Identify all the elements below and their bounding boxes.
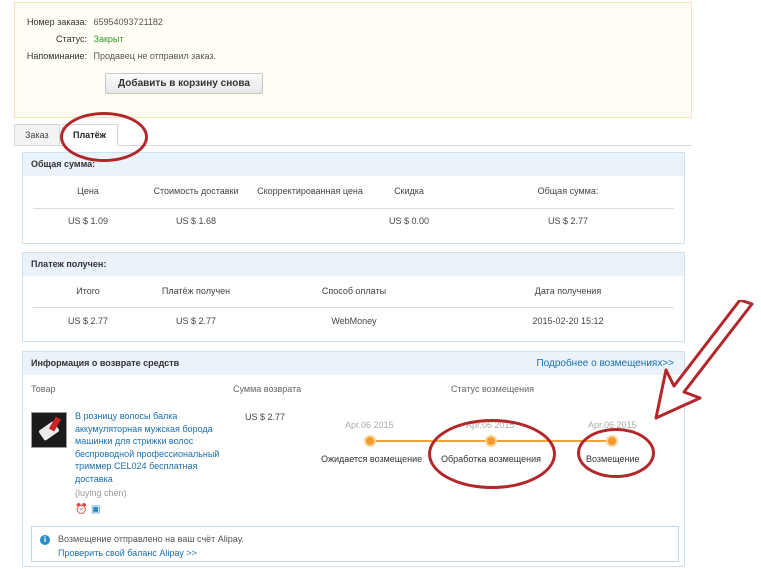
refund-notice-message: Возмещение отправлено на ваш счёт Alipay… [58,534,245,544]
step1-dot [364,435,376,447]
payment-header-method: Способ оплаты [321,286,387,296]
annotation-circle-payment-tab [60,112,148,162]
step1-date: Apr.06 2015 [345,420,394,430]
refund-notice-box: i Возмещение отправлено на ваш счёт Alip… [31,526,679,562]
total-header-shipping: Стоимость доставки [153,186,239,196]
total-value-sum: US $ 2.77 [547,216,589,226]
payment-value-date: 2015-02-20 15:12 [532,316,604,326]
order-number-value: 65954093721182 [93,17,163,27]
order-status-row: Статус: Закрыт [15,34,124,44]
refund-panel-title: Информация о возврате средств [31,358,180,368]
refund-col-product: Товар [31,384,56,394]
order-info-box: Номер заказа: 65954093721182 Статус: Зак… [14,2,692,118]
check-alipay-balance-link[interactable]: Проверить свой баланс Alipay >> [58,548,197,558]
payment-panel-title: Платеж получен: [23,253,684,276]
total-value-price: US $ 1.09 [67,216,109,226]
annotation-arrow-icon [654,300,754,420]
product-title-link[interactable]: В розницу волосы балка аккумуляторная му… [75,410,225,485]
add-to-cart-again-button[interactable]: Добавить в корзину снова [105,73,263,94]
total-value-shipping: US $ 1.68 [175,216,217,226]
total-header-price: Цена [77,186,99,196]
order-status-value: Закрыт [93,34,124,44]
refund-panel-header: Информация о возврате средств Подробнее … [23,352,684,375]
order-reminder-value: Продавец не отправил заказ. [93,51,217,61]
payment-header-date: Дата получения [534,286,602,296]
product-thumbnail[interactable] [31,412,67,448]
divider [33,208,674,209]
order-number-label: Номер заказа: [26,17,87,27]
annotation-circle-processing [428,419,556,489]
order-reminder-label: Напоминание: [26,51,87,61]
total-header-discount: Скидка [394,186,424,196]
refund-col-status: Статус возмещения [451,384,535,394]
payment-value-total: US $ 2.77 [67,316,109,326]
refund-amount: US $ 2.77 [245,412,286,422]
clock-icon[interactable]: ⏰ [75,505,87,515]
step1-label: Ожидается возмещение [321,454,423,464]
calendar-icon[interactable]: ▣ [91,505,102,515]
order-number-row: Номер заказа: 65954093721182 [15,17,163,27]
tab-order[interactable]: Заказ [14,124,60,146]
total-header-adjusted: Скорректированная цена [257,186,363,196]
annotation-circle-refund [577,428,655,478]
order-status-label: Статус: [56,34,87,44]
payment-received-panel: Платеж получен: Итого Платёж получен Спо… [22,252,685,342]
payment-value-received: US $ 2.77 [175,316,217,326]
divider [33,307,674,308]
seller-name: (luying chen) [75,488,127,498]
payment-value-method: WebMoney [331,316,377,326]
payment-header-received: Платёж получен [161,286,231,296]
total-header-sum: Общая сумма: [537,186,599,196]
total-amount-panel: Общая сумма: Цена Стоимость доставки Ско… [22,152,685,244]
total-value-discount: US $ 0.00 [388,216,430,226]
info-icon: i [40,535,50,545]
refund-col-amount: Сумма возврата [233,384,302,394]
payment-header-total: Итого [76,286,100,296]
order-reminder-row: Напоминание: Продавец не отправил заказ. [15,51,216,61]
